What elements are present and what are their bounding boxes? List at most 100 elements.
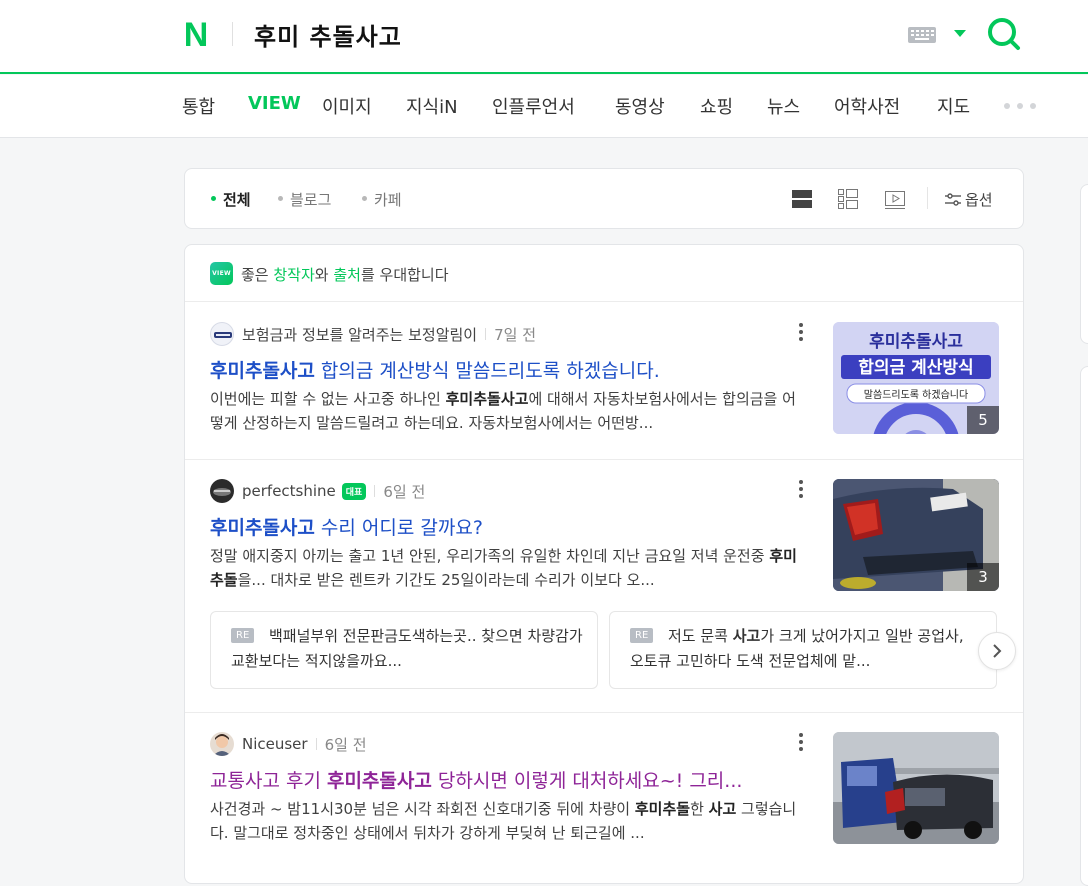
related-text-part: 저도 문콕 xyxy=(668,627,733,645)
filter-blog[interactable]: 블로그 xyxy=(278,189,331,210)
author-name[interactable]: 보험금과 정보를 알려주는 보정알림이 xyxy=(242,324,477,345)
compact-view-icon[interactable] xyxy=(838,189,858,209)
tab-view[interactable]: VIEW xyxy=(248,93,301,114)
author-name[interactable]: Niceuser xyxy=(242,735,308,753)
meta-divider xyxy=(374,485,376,497)
post-time: 6일 전 xyxy=(324,735,367,754)
search-input[interactable]: 후미 추돌사고 xyxy=(254,17,402,52)
svg-text:합의금 계산방식: 합의금 계산방식 xyxy=(858,357,973,378)
desc-part: 정말 애지중지 아끼는 출고 1년 안된, 우리가족의 유일한 차인데 지난 금… xyxy=(210,547,770,565)
meta-divider xyxy=(315,738,317,750)
image-count: 3 xyxy=(967,563,999,591)
svg-text:말씀드리도록 하겠습니다: 말씀드리도록 하겠습니다 xyxy=(864,388,968,401)
notice-mid: 와 xyxy=(314,266,334,284)
post-time: 6일 전 xyxy=(383,482,426,501)
post-meta: 보험금과 정보를 알려주는 보정알림이 7일 전 xyxy=(210,322,536,346)
desc-part: 사건경과 ~ 밤11시30분 넘은 시각 좌회전 신호대기중 뒤에 차량이 xyxy=(210,800,635,818)
title-rest: 수리 어디로 갈까요? xyxy=(314,517,483,539)
related-keyword: 사고 xyxy=(732,627,761,645)
title-rest: 당하시면 이렇게 대처하세요~! 그리... xyxy=(431,770,743,792)
svg-text:N: N xyxy=(184,18,209,50)
options-button[interactable]: 옵션 xyxy=(945,189,993,210)
related-post-text: 저도 문콕 사고가 크게 났어가지고 일반 공업사, 오토큐 고민하다 도색 전… xyxy=(630,624,982,676)
tab-video[interactable]: 동영상 xyxy=(615,93,665,119)
notice-creator[interactable]: 창작자 xyxy=(273,266,314,284)
post-title[interactable]: 교통사고 후기 후미추돌사고 당하시면 이렇게 대처하세요~! 그리... xyxy=(210,766,802,793)
desc-keyword: 후미추돌사고 xyxy=(445,390,529,408)
title-pre: 교통사고 후기 xyxy=(210,770,327,792)
options-label: 옵션 xyxy=(965,191,993,209)
search-icon[interactable] xyxy=(984,14,1024,54)
post-description: 사건경과 ~ 밤11시30분 넘은 시각 좌회전 신호대기중 뒤에 차량이 후미… xyxy=(210,797,804,845)
thumbnail-image xyxy=(833,732,999,844)
post-description: 정말 애지중지 아끼는 출고 1년 안된, 우리가족의 유일한 차인데 지난 금… xyxy=(210,544,804,592)
chevron-right-icon xyxy=(993,644,1002,658)
avatar[interactable] xyxy=(210,732,234,756)
post-title[interactable]: 후미추돌사고 합의금 계산방식 말씀드리도록 하겠습니다. xyxy=(210,356,802,383)
avatar[interactable] xyxy=(210,479,234,503)
filter-cafe-label: 카페 xyxy=(374,191,402,209)
post-meta: Niceuser 6일 전 xyxy=(210,732,367,756)
tab-news[interactable]: 뉴스 xyxy=(767,93,800,119)
autocomplete-dropdown-icon[interactable] xyxy=(954,30,966,37)
tab-dictionary[interactable]: 어학사전 xyxy=(834,93,900,119)
creator-notice: VIEW 좋은 창작자와 출처를 우대합니다 xyxy=(185,245,1023,302)
options-divider xyxy=(927,187,928,209)
author-name[interactable]: perfectshine xyxy=(242,482,336,500)
related-post-card[interactable]: RE 저도 문콕 사고가 크게 났어가지고 일반 공업사, 오토큐 고민하다 도… xyxy=(609,611,997,689)
desc-keyword: 사고 xyxy=(708,800,737,818)
official-badge: 대표 xyxy=(341,482,367,500)
next-arrow-button[interactable] xyxy=(978,632,1016,670)
side-panel-edge xyxy=(1080,184,1088,344)
desc-part: 을... 대차로 받은 렌트카 기간도 25일이라는데 수리가 이보다 오... xyxy=(237,571,655,589)
post-description: 이번에는 피할 수 없는 사고중 하나인 후미추돌사고에 대해서 자동차보험사에… xyxy=(210,387,804,435)
related-post-card[interactable]: RE 백패널부위 전문판금도색하는곳.. 찾으면 차량감가교환보다는 적지않을까… xyxy=(210,611,598,689)
more-tabs-icon[interactable] xyxy=(1004,103,1036,111)
view-badge-icon: VIEW xyxy=(210,262,233,285)
desc-part: 한 xyxy=(690,800,709,818)
tab-influencer[interactable]: 인플루언서 xyxy=(492,93,575,119)
keyboard-icon[interactable] xyxy=(908,27,936,43)
filter-blog-label: 블로그 xyxy=(290,191,332,209)
related-post-text: 백패널부위 전문판금도색하는곳.. 찾으면 차량감가교환보다는 적지않을까요..… xyxy=(231,627,583,670)
desc-part: 이번에는 피할 수 없는 사고중 하나인 xyxy=(210,390,446,408)
tab-integrated[interactable]: 통합 xyxy=(182,93,215,119)
title-rest: 합의금 계산방식 말씀드리도록 하겠습니다. xyxy=(314,360,660,382)
avatar[interactable] xyxy=(210,322,234,346)
post-meta: perfectshine 대표 6일 전 xyxy=(210,479,425,503)
search-header: N 후미 추돌사고 xyxy=(0,0,1088,74)
notice-post: 를 우대합니다 xyxy=(360,266,449,284)
notice-pre: 좋은 xyxy=(241,266,274,284)
title-keyword: 후미추돌사고 xyxy=(210,360,315,382)
title-keyword: 후미추돌사고 xyxy=(210,517,315,539)
filter-bar: 전체 블로그 카페 옵션 xyxy=(184,168,1024,229)
filter-all[interactable]: 전체 xyxy=(211,189,251,210)
video-view-icon[interactable] xyxy=(885,189,905,209)
notice-text: 좋은 창작자와 출처를 우대합니다 xyxy=(241,264,449,285)
filter-cafe[interactable]: 카페 xyxy=(362,189,402,210)
sliders-icon xyxy=(945,192,961,206)
tab-kin[interactable]: 지식iN xyxy=(406,93,458,119)
post-thumbnail[interactable] xyxy=(833,732,999,844)
title-keyword: 후미추돌사고 xyxy=(326,770,432,792)
post-thumbnail[interactable]: 3 xyxy=(833,479,999,591)
svg-text:후미추돌사고: 후미추돌사고 xyxy=(869,331,963,352)
image-count: 5 xyxy=(967,406,999,434)
naver-logo[interactable]: N xyxy=(180,18,212,50)
more-options-icon[interactable] xyxy=(798,323,804,341)
more-options-icon[interactable] xyxy=(798,480,804,498)
desc-keyword: 후미추돌 xyxy=(634,800,691,818)
tab-image[interactable]: 이미지 xyxy=(322,93,372,119)
post-item: Niceuser 6일 전 교통사고 후기 후미추돌사고 당하시면 이렇게 대처… xyxy=(185,713,1023,885)
tab-map[interactable]: 지도 xyxy=(937,93,970,119)
post-time: 7일 전 xyxy=(494,325,537,344)
post-thumbnail[interactable]: 후미추돌사고 합의금 계산방식 말씀드리도록 하겠습니다 5 xyxy=(833,322,999,434)
filter-all-label: 전체 xyxy=(223,191,251,209)
view-results: VIEW 좋은 창작자와 출처를 우대합니다 보험금과 정보를 알려주는 보정알… xyxy=(184,244,1024,884)
notice-source[interactable]: 출처 xyxy=(333,266,361,284)
more-options-icon[interactable] xyxy=(798,733,804,751)
list-view-icon[interactable] xyxy=(792,189,812,209)
post-title[interactable]: 후미추돌사고 수리 어디로 갈까요? xyxy=(210,513,802,540)
post-item: perfectshine 대표 6일 전 후미추돌사고 수리 어디로 갈까요? … xyxy=(185,460,1023,713)
tab-shopping[interactable]: 쇼핑 xyxy=(700,93,733,119)
